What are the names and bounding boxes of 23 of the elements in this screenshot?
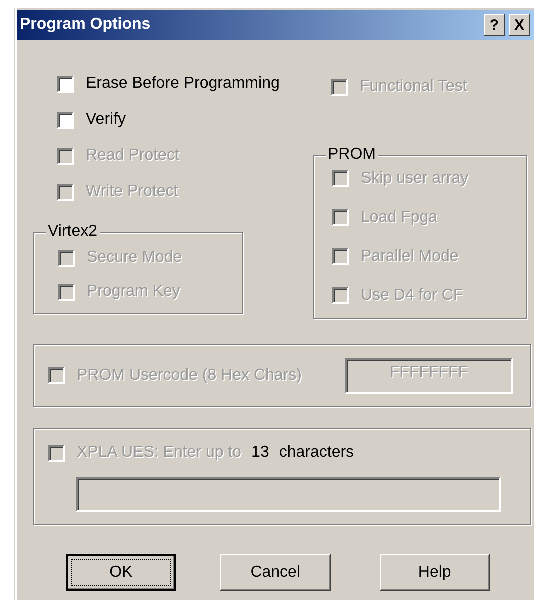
checkbox-label: Skip user array bbox=[361, 170, 469, 188]
checkbox-label: Functional Test bbox=[360, 78, 468, 96]
checkbox-label: Erase Before Programming bbox=[86, 75, 280, 93]
checkbox-label: Write Protect bbox=[86, 183, 178, 201]
checkbox-label: characters bbox=[279, 444, 354, 462]
checkbox-label: XPLA UES: Enter up to bbox=[77, 444, 242, 462]
checkbox-label: Read Protect bbox=[86, 147, 180, 165]
help-button[interactable]: Help bbox=[380, 554, 490, 591]
checkbox-label: Parallel Mode bbox=[361, 248, 459, 266]
ok-button[interactable]: OK bbox=[66, 554, 176, 591]
checkbox-label: Verify bbox=[86, 111, 126, 129]
checkbox-label: Secure Mode bbox=[87, 249, 182, 267]
checkbox-label: PROM Usercode (8 Hex Chars) bbox=[77, 366, 302, 384]
cancel-button[interactable]: Cancel bbox=[220, 554, 331, 591]
checkbox-label: Load Fpga bbox=[361, 208, 438, 226]
checkbox-label: Program Key bbox=[87, 283, 180, 301]
window-title: Program Options bbox=[20, 16, 152, 34]
close-button[interactable]: X bbox=[509, 14, 530, 36]
checkbox-label: Use D4 for CF bbox=[361, 286, 464, 304]
checkbox[interactable] bbox=[57, 76, 74, 92]
help-button[interactable]: ? bbox=[484, 14, 505, 36]
checkbox[interactable] bbox=[57, 112, 74, 128]
character-count: 13 bbox=[252, 444, 270, 462]
